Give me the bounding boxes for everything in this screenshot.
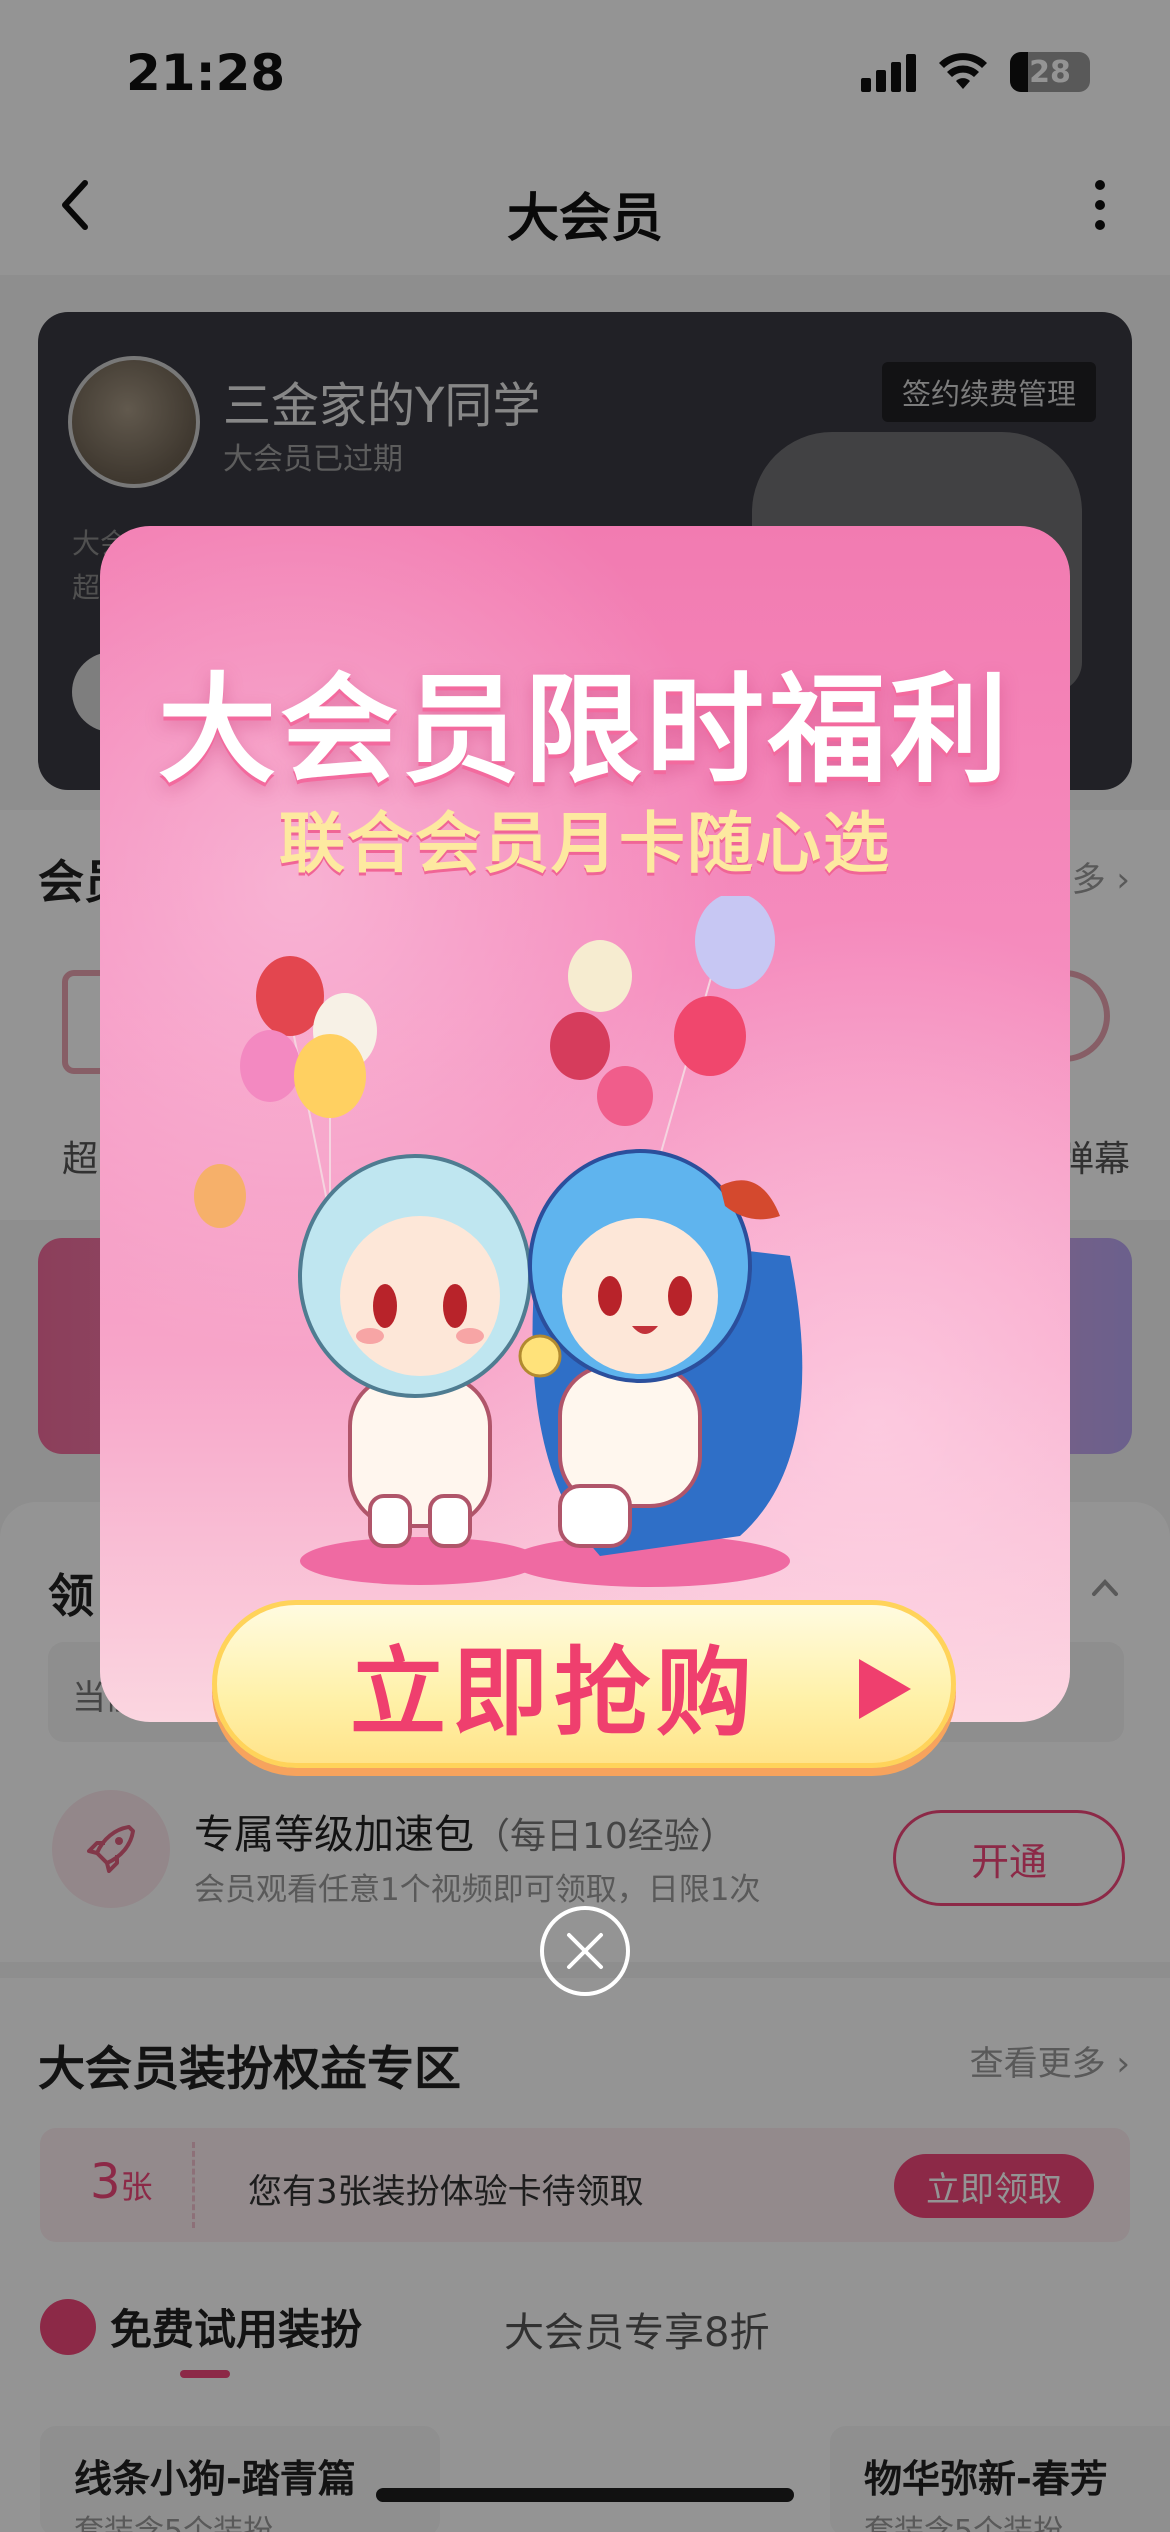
modal-subtitle: 联合会员月卡随心选 — [279, 805, 891, 882]
buy-now-button[interactable]: 立即抢购 — [212, 1600, 956, 1768]
mascot-right-icon — [518, 1149, 803, 1556]
mascot-left-icon — [298, 1154, 532, 1548]
home-indicator[interactable] — [376, 2488, 794, 2502]
mascot-illustration — [194, 896, 803, 1587]
balloons-right-icon — [550, 896, 775, 1157]
close-modal-button[interactable] — [540, 1906, 630, 1996]
promo-modal: 大会员限时福利 联合会员月卡随心选 — [100, 526, 1070, 1722]
close-icon — [567, 1933, 603, 1969]
modal-title: 大会员限时福利 — [157, 661, 1012, 799]
buy-now-label: 立即抢购 — [350, 1636, 758, 1749]
play-arrow-icon — [859, 1659, 911, 1719]
